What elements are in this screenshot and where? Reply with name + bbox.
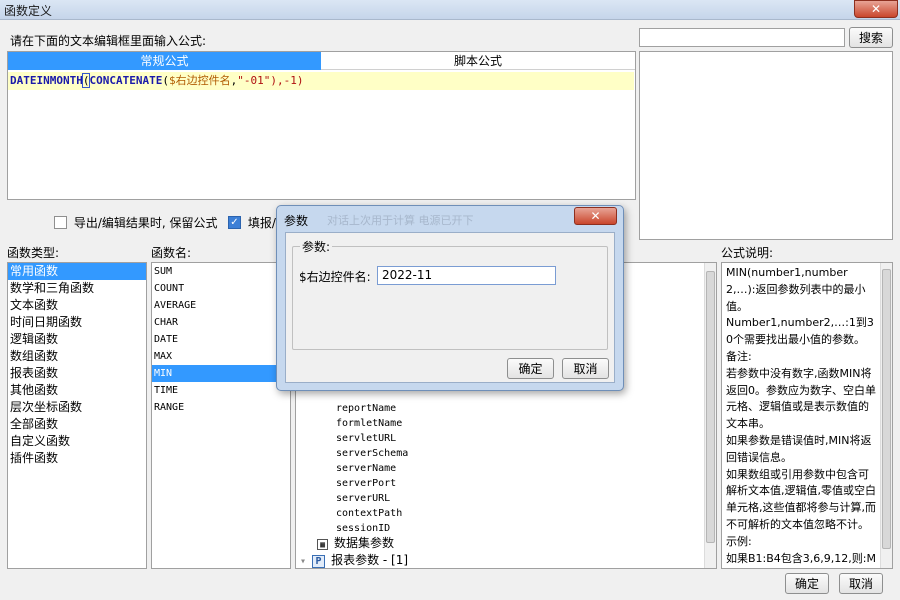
parameter-field-input[interactable]: 2022-11 (377, 266, 556, 285)
function-type-item[interactable]: 自定义函数 (8, 433, 146, 450)
tab-script-formula[interactable]: 脚本公式 (321, 52, 635, 70)
function-name-item[interactable]: TIME (152, 382, 290, 399)
tree-scrollbar-thumb[interactable] (706, 271, 715, 543)
function-name-item[interactable]: RANGE (152, 399, 290, 416)
fill-option[interactable]: ✓ 填报/ (228, 214, 276, 231)
formula-tail: ),-1) (270, 74, 304, 87)
fill-checkbox[interactable]: ✓ (228, 216, 241, 229)
function-name-item[interactable]: COUNT (152, 280, 290, 297)
ok-button[interactable]: 确定 (785, 573, 829, 594)
report-params-node[interactable]: ▾ P 报表参数 - [1] (300, 553, 408, 568)
formula-string: "-01" (237, 74, 271, 87)
dataset-params-label: 数据集参数 (334, 536, 395, 550)
function-types-list[interactable]: 常用函数 数学和三角函数 文本函数 时间日期函数 逻辑函数 数组函数 报表函数 其他函数 层次坐… (7, 262, 147, 569)
function-type-item[interactable]: 数组函数 (8, 348, 146, 365)
tab-normal-formula[interactable]: 常规公式 (8, 52, 321, 70)
tree-variable-item[interactable]: serverSchema (336, 446, 408, 461)
tree-variable-item[interactable]: formletName (336, 416, 408, 431)
dataset-icon: ▦ (317, 538, 328, 550)
cancel-button[interactable]: 取消 (839, 573, 883, 594)
keep-formula-checkbox[interactable] (54, 216, 67, 229)
tree-variable-item[interactable]: serverPort (336, 476, 408, 491)
function-names-list[interactable]: SUM COUNT AVERAGE CHAR DATE MAX MIN TIME RANGE (151, 262, 291, 569)
function-type-item[interactable]: 数学和三角函数 (8, 280, 146, 297)
function-name-item[interactable]: DATE (152, 331, 290, 348)
tree-variable-item[interactable]: servletURL (336, 431, 408, 446)
description-scrollbar-thumb[interactable] (882, 269, 891, 549)
function-type-item[interactable]: 时间日期函数 (8, 314, 146, 331)
description-panel: MIN(number1,number2,…):返回参数列表中的最小值。 Numb… (721, 262, 893, 569)
description-header: 公式说明: (721, 246, 774, 260)
parameter-field-label: $右边控件名: (299, 270, 371, 284)
function-name-item[interactable]: CHAR (152, 314, 290, 331)
formula-fn-concatenate: CONCATENATE (89, 74, 163, 87)
fill-label: 填报/ (247, 216, 276, 230)
tree-variable-item[interactable]: serverURL (336, 491, 408, 506)
close-icon: ✕ (870, 2, 882, 16)
tree-variable-item[interactable]: contextPath (336, 506, 408, 521)
keep-formula-label: 导出/编辑结果时, 保留公式 (73, 216, 218, 230)
function-name-item[interactable]: MAX (152, 348, 290, 365)
dialog-body: 参数: $右边控件名: 2022-11 确定 取消 (285, 232, 615, 383)
editor-prompt: 请在下面的文本编辑框里面输入公式: (10, 34, 207, 48)
search-button[interactable]: 搜索 (849, 27, 893, 48)
parameter-group-label: 参数: (300, 238, 333, 255)
parameter-p-icon: P (312, 555, 326, 568)
function-type-item[interactable]: 文本函数 (8, 297, 146, 314)
tree-partial-item: —— (334, 391, 394, 396)
tree-variable-item[interactable]: serverName (336, 461, 408, 476)
function-type-item[interactable]: 全部函数 (8, 416, 146, 433)
close-icon: ✕ (590, 209, 601, 223)
dialog-ok-button[interactable]: 确定 (507, 358, 554, 379)
function-type-item[interactable]: 层次坐标函数 (8, 399, 146, 416)
function-type-item[interactable]: 其他函数 (8, 382, 146, 399)
function-name-item[interactable]: SUM (152, 263, 290, 280)
dialog-close-button[interactable]: ✕ (574, 207, 617, 225)
report-params-label: 报表参数 - [1] (331, 553, 409, 567)
dataset-params-node[interactable]: ▦ 数据集参数 (317, 536, 394, 551)
parameter-group (292, 246, 608, 350)
tree-variable-item[interactable]: sessionID (336, 521, 408, 536)
search-input[interactable] (639, 28, 845, 47)
function-types-header: 函数类型: (7, 246, 60, 260)
window-title: 函数定义 (4, 4, 53, 18)
tree-scrollbar[interactable] (704, 263, 716, 568)
function-name-item[interactable]: AVERAGE (152, 297, 290, 314)
dialog-title-ghost: 对话上次用于计算 电源已开下 (327, 214, 474, 227)
search-results-panel[interactable] (639, 51, 893, 240)
formula-text[interactable]: DATEINMONTH(CONCATENATE($右边控件名,"-01"),-1… (8, 72, 634, 90)
dialog-cancel-button[interactable]: 取消 (562, 358, 609, 379)
description-scrollbar[interactable] (880, 263, 892, 568)
keep-formula-option[interactable]: 导出/编辑结果时, 保留公式 (54, 214, 218, 231)
description-text: MIN(number1,number2,…):返回参数列表中的最小值。 Numb… (726, 266, 876, 565)
parameter-dialog[interactable]: 参数 对话上次用于计算 电源已开下 ✕ 参数: $右边控件名: 2022-11 … (276, 205, 624, 391)
dialog-title: 参数 (284, 214, 309, 228)
function-type-item[interactable]: 逻辑函数 (8, 331, 146, 348)
window-titlebar: 函数定义 ✕ (0, 0, 900, 20)
window-close-button[interactable]: ✕ (854, 0, 898, 18)
tree-variable-item[interactable]: reportName (336, 401, 408, 416)
formula-variable: $右边控件名 (168, 74, 231, 87)
function-type-item[interactable]: 插件函数 (8, 450, 146, 467)
chevron-down-icon[interactable]: ▾ (300, 556, 306, 567)
function-type-item[interactable]: 报表函数 (8, 365, 146, 382)
function-type-item[interactable]: 常用函数 (8, 263, 146, 280)
formula-fn-dateinmonth: DATEINMONTH (10, 74, 83, 87)
formula-paren: ( (162, 74, 169, 87)
function-names-header: 函数名: (151, 246, 192, 260)
function-name-item[interactable]: MIN (152, 365, 290, 382)
